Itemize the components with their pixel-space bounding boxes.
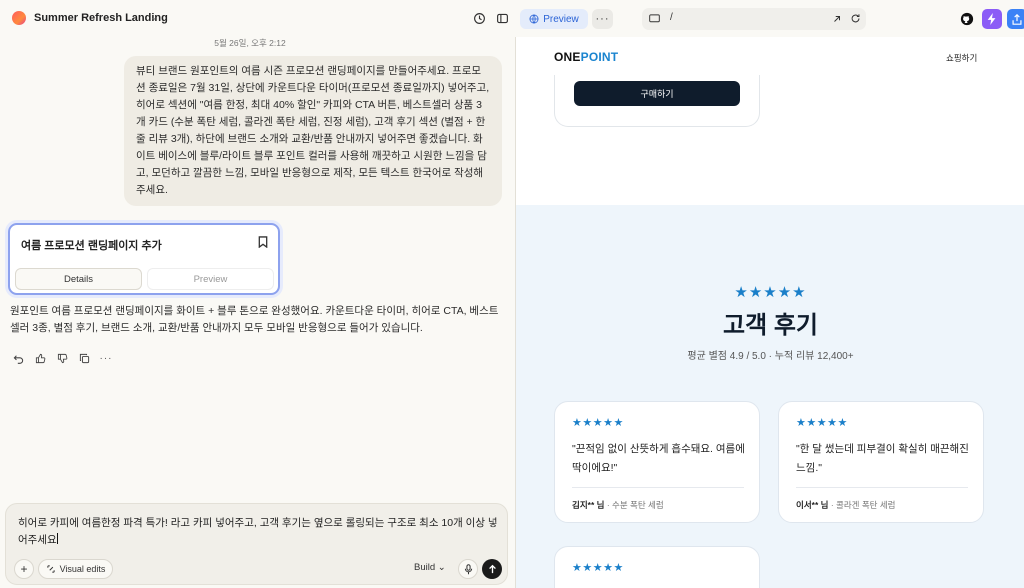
composer-input[interactable]: 히어로 카피에 여름한정 파격 특가! 라고 카피 넣어주고, 고객 후기는 옆… <box>18 515 498 549</box>
visual-edits-button[interactable]: Visual edits <box>38 559 113 579</box>
history-icon[interactable] <box>471 10 487 26</box>
review-card: ★★★★★ "한 달 썼는데 피부결이 확실히 매끈해진 느낌." 이서** 님… <box>778 401 984 523</box>
review-card: ★★★★★ "끈적임 없이 산뜻하게 흡수돼요. 여름에 딱이에요!" 김지**… <box>554 401 760 523</box>
text-caret <box>56 533 58 544</box>
visual-edits-icon <box>46 565 55 573</box>
review-author-name: 이서** 님 <box>796 500 829 510</box>
review-quote: "한 달 썼는데 피부결이 확실히 매끈해진 느낌." <box>796 443 969 474</box>
add-attachment-button[interactable]: + <box>14 559 34 579</box>
refresh-icon[interactable] <box>850 13 861 24</box>
project-title[interactable]: Summer Refresh Landing <box>34 12 168 24</box>
review-separator: · <box>604 500 613 510</box>
user-message: 뷰티 브랜드 원포인트의 여름 시즌 프로모션 랜딩페이지를 만들어주세요. 프… <box>124 56 502 206</box>
site-header: ONEPOINT 쇼핑하기 <box>516 37 1024 75</box>
review-stars: ★★★★★ <box>572 562 624 574</box>
review-author: 김지** 님 · 수분 폭탄 세럼 <box>572 499 664 511</box>
chevron-down-icon[interactable]: ⌄ <box>150 12 158 23</box>
sidebar-toggle-icon[interactable] <box>494 10 510 26</box>
thumbs-up-icon[interactable] <box>34 352 46 364</box>
github-icon[interactable] <box>960 12 974 26</box>
arrow-up-icon <box>488 564 496 574</box>
share-button[interactable] <box>1007 9 1024 29</box>
reviews-subtitle: 평균 별점 4.9 / 5.0 · 누적 리뷰 12,400+ <box>687 351 854 362</box>
review-quote: "끈적임 없이 산뜻하게 흡수돼요. 여름에 딱이에요!" <box>572 443 745 474</box>
reviews-section: ★★★★★ 고객 후기 평균 별점 4.9 / 5.0 · 누적 리뷰 12,4… <box>516 205 1024 588</box>
artifact-card-title: 여름 프로모션 랜딩페이지 추가 <box>21 240 162 252</box>
preview-tab-label: Preview <box>543 13 579 25</box>
more-icon[interactable]: ··· <box>100 352 112 364</box>
microphone-icon <box>464 563 472 574</box>
artifact-card[interactable]: 여름 프로모션 랜딩페이지 추가 Details Preview <box>8 223 280 295</box>
review-divider <box>796 487 968 488</box>
review-author: 이서** 님 · 콜라겐 폭탄 세럼 <box>796 499 895 511</box>
assistant-message: 원포인트 여름 프로모션 랜딩페이지를 화이트 + 블루 톤으로 완성했어요. … <box>10 305 499 334</box>
app-logo-icon[interactable] <box>12 11 26 25</box>
review-divider <box>572 487 744 488</box>
review-stars: ★★★★★ <box>572 417 624 429</box>
upload-icon <box>1012 13 1022 25</box>
details-tab[interactable]: Details <box>15 268 142 290</box>
reviews-title: 고객 후기 <box>723 312 818 339</box>
thumbs-down-icon[interactable] <box>56 352 68 364</box>
review-product: 콜라겐 폭탄 세럼 <box>836 500 896 510</box>
message-composer[interactable]: 히어로 카피에 여름한정 파격 특가! 라고 카피 넣어주고, 고객 후기는 옆… <box>5 503 508 585</box>
visual-edits-label: Visual edits <box>59 564 106 574</box>
url-bar[interactable]: / <box>642 8 866 30</box>
brand-point: POINT <box>580 50 619 64</box>
top-bar: Summer Refresh Landing ⌄ Preview ··· / <box>0 0 1024 37</box>
bolt-button[interactable] <box>982 9 1002 29</box>
review-product: 수분 폭탄 세럼 <box>612 500 664 510</box>
bookmark-icon[interactable] <box>258 236 268 248</box>
mode-label: Build <box>414 562 436 573</box>
chevron-down-icon: ⌄ <box>437 562 446 573</box>
copy-icon[interactable] <box>78 352 90 364</box>
open-external-icon[interactable] <box>832 14 842 24</box>
brand-logo[interactable]: ONEPOINT <box>554 50 618 64</box>
undo-icon[interactable] <box>12 352 24 364</box>
microphone-button[interactable] <box>458 559 478 579</box>
preview-tab[interactable]: Preview <box>520 9 588 29</box>
review-card: ★★★★★ <box>554 546 760 588</box>
review-separator: · <box>828 500 837 510</box>
lightning-icon <box>987 13 996 25</box>
message-actions: ··· <box>12 352 112 364</box>
preview-pane: 구매하기 ONEPOINT 쇼핑하기 ★★★★★ 고객 후기 평균 별점 4.9… <box>515 37 1024 588</box>
brand-one: ONE <box>554 50 581 64</box>
more-options-button[interactable]: ··· <box>592 9 613 29</box>
device-icon[interactable] <box>649 14 660 24</box>
review-author-name: 김지** 님 <box>572 500 605 510</box>
review-stars: ★★★★★ <box>796 417 848 429</box>
rating-stars: ★★★★★ <box>734 284 807 301</box>
send-button[interactable] <box>482 559 502 579</box>
mode-select[interactable]: Build ⌄ <box>414 562 446 573</box>
globe-icon <box>529 14 539 24</box>
composer-input-text: 히어로 카피에 여름한정 파격 특가! 라고 카피 넣어주고, 고객 후기는 옆… <box>18 517 498 546</box>
shop-nav-link[interactable]: 쇼핑하기 <box>946 52 977 64</box>
message-timestamp: 5월 26일, 오후 2:12 <box>214 38 286 48</box>
url-path[interactable]: / <box>670 12 673 23</box>
preview-tab-card[interactable]: Preview <box>147 268 274 290</box>
buy-button[interactable]: 구매하기 <box>574 81 740 106</box>
